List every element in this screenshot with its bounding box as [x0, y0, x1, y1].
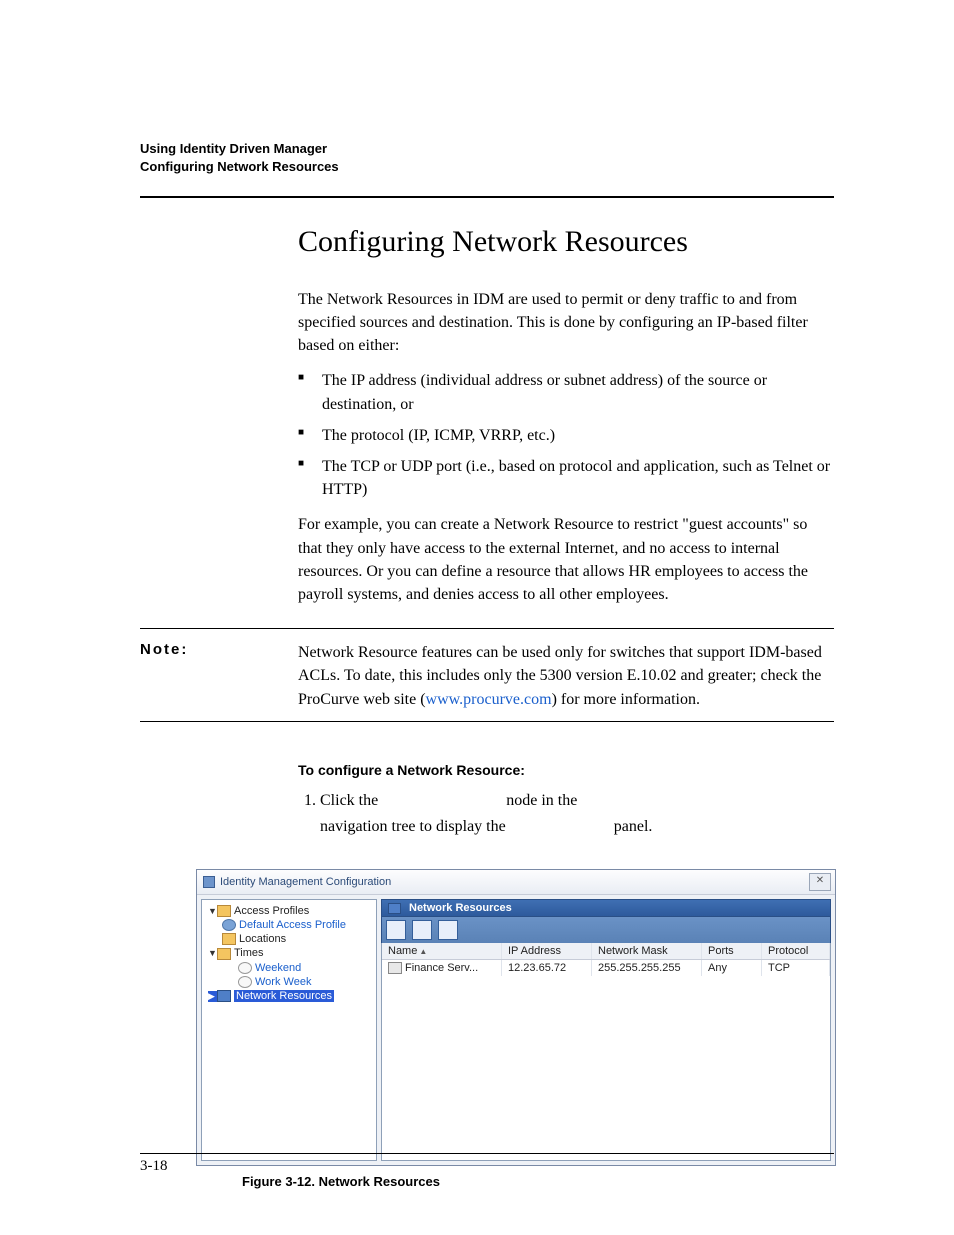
cell-protocol: TCP [762, 960, 830, 976]
col-name[interactable]: Name▲ [382, 943, 502, 959]
section-name: Configuring Network Resources [140, 158, 834, 176]
tree-locations[interactable]: Locations [239, 933, 286, 945]
dialog-title: Identity Management Configuration [220, 876, 391, 888]
note-rule-top [140, 628, 834, 629]
bullet-list: The IP address (individual address or su… [298, 369, 834, 501]
tree-weekend[interactable]: Weekend [255, 962, 301, 974]
example-paragraph: For example, you can create a Network Re… [298, 513, 834, 606]
running-header: Using Identity Driven Manager Configurin… [140, 140, 834, 176]
table-row[interactable]: Finance Serv... 12.23.65.72 255.255.255.… [382, 960, 830, 976]
app-icon [203, 876, 215, 888]
col-ip[interactable]: IP Address [502, 943, 592, 959]
tree-default-access-profile[interactable]: Default Access Profile [239, 919, 346, 931]
figure-3-12: Identity Management Configuration ✕ ▼Acc… [196, 869, 836, 1166]
tree-work-week[interactable]: Work Week [255, 976, 311, 988]
tree-times[interactable]: Times [234, 947, 264, 959]
resource-icon [388, 962, 402, 974]
folder-icon [388, 903, 401, 914]
step-1: Click the node in the navigation tree to… [320, 788, 834, 839]
dialog-titlebar: Identity Management Configuration ✕ [197, 870, 835, 895]
col-ports[interactable]: Ports [702, 943, 762, 959]
rule-top [140, 196, 834, 198]
cell-ip: 12.23.65.72 [502, 960, 592, 976]
page-footer: 3-18 [140, 1153, 834, 1175]
page-number: 3-18 [140, 1158, 834, 1175]
procurve-link[interactable]: www.procurve.com [426, 691, 552, 708]
bullet-item: The protocol (IP, ICMP, VRRP, etc.) [298, 424, 834, 447]
cell-name: Finance Serv... [405, 962, 478, 974]
delete-resource-button[interactable] [438, 920, 458, 940]
new-resource-button[interactable] [386, 920, 406, 940]
procedure-heading: To configure a Network Resource: [298, 760, 834, 780]
figure-caption: Figure 3-12. Network Resources [242, 1174, 834, 1189]
config-dialog: Identity Management Configuration ✕ ▼Acc… [196, 869, 836, 1166]
table-header-row: Name▲ IP Address Network Mask Ports Prot… [382, 943, 830, 960]
close-icon[interactable]: ✕ [809, 873, 831, 891]
intro-paragraph: The Network Resources in IDM are used to… [298, 288, 834, 358]
chapter-name: Using Identity Driven Manager [140, 140, 834, 158]
col-protocol[interactable]: Protocol [762, 943, 830, 959]
note-text-after: ) for more information. [552, 691, 700, 708]
tree-network-resources[interactable]: Network Resources [234, 990, 334, 1002]
step-list: Click the node in the navigation tree to… [298, 788, 834, 839]
resources-table: Name▲ IP Address Network Mask Ports Prot… [381, 943, 831, 1161]
tree-access-profiles[interactable]: Access Profiles [234, 905, 309, 917]
note-rule-bottom [140, 721, 834, 722]
panel-toolbar [381, 917, 831, 943]
note-text: Network Resource features can be used on… [298, 641, 834, 711]
col-mask[interactable]: Network Mask [592, 943, 702, 959]
bullet-item: The IP address (individual address or su… [298, 369, 834, 415]
page-title: Configuring Network Resources [298, 220, 834, 264]
nav-tree[interactable]: ▼Access Profiles Default Access Profile … [201, 899, 377, 1161]
bullet-item: The TCP or UDP port (i.e., based on prot… [298, 455, 834, 501]
note-label: Note: [140, 641, 298, 658]
edit-resource-button[interactable] [412, 920, 432, 940]
resources-panel: Network Resources Name▲ IP Address Netwo… [381, 899, 831, 1161]
panel-title: Network Resources [409, 902, 512, 914]
cell-ports: Any [702, 960, 762, 976]
sort-asc-icon: ▲ [419, 947, 427, 956]
cell-mask: 255.255.255.255 [592, 960, 702, 976]
